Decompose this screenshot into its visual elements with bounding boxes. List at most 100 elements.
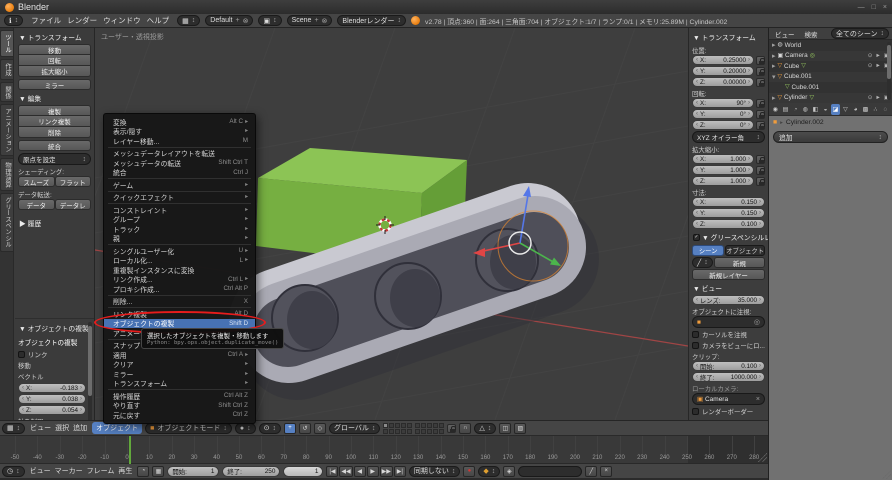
menu-item[interactable]: プロキシ作成...Ctrl Alt P [104,284,255,294]
join-button[interactable]: 統合 [18,140,91,151]
orientation-dropdown[interactable]: グローバル ↕ [329,423,380,434]
outliner-row[interactable]: ▾▽Cube.001 [769,72,892,83]
playback-button[interactable]: ▶▶ [380,466,393,477]
decrement-icon[interactable]: ‹ [696,363,698,369]
grease-pencil-data-dropdown[interactable]: ╱ ↕ [692,257,713,268]
decrement-icon[interactable]: ‹ [22,385,24,391]
menu-item[interactable]: 重複製インスタンスに変換 [104,265,255,275]
lock-icon[interactable] [756,155,765,164]
increment-icon[interactable]: › [748,68,750,74]
add-scene-icon[interactable]: + [314,17,318,24]
properties-tab-particles[interactable]: ∴ [871,104,880,115]
decrement-icon[interactable]: ‹ [696,210,698,216]
decrement-icon[interactable]: ‹ [696,57,698,63]
expander-icon[interactable]: ▸ [772,94,776,102]
menu-item[interactable]: クリア▸ [104,360,255,370]
selectable-icon[interactable]: ► [875,95,880,101]
gp-source-scene[interactable]: シーン [692,245,724,256]
location-field[interactable]: ‹X:0.25000› [692,55,754,65]
menu-item[interactable]: コンストレイント▸ [104,205,255,215]
link-checkbox-row[interactable]: リンク [18,349,86,359]
menu-item[interactable]: レイヤー移動...M [104,136,255,146]
selectable-icon[interactable]: ► [875,63,880,69]
menu-item[interactable]: クイックエフェクト▸ [104,193,255,203]
lock-to-cursor-row[interactable]: カーソルを注視 [692,330,765,339]
expander-icon[interactable]: ▾ [772,73,776,81]
outliner-filter-dropdown[interactable]: 全てのシーン ↕ [831,28,889,39]
layer-cell[interactable] [407,429,412,434]
location-field[interactable]: ‹Y:0.20000› [692,66,754,76]
menu-item[interactable]: シングルユーザー化U▸ [104,246,255,256]
render-border-row[interactable]: レンダーボーダー [692,407,765,416]
layer-cell[interactable] [427,429,432,434]
layer-cell[interactable] [389,423,394,428]
lock-object-field[interactable]: ■ ◎ [692,316,765,328]
menu-item[interactable]: ミラー▸ [104,369,255,379]
tool-button[interactable]: リンク複製 [18,116,91,127]
snap-element-dropdown[interactable]: △ ↕ [474,423,496,434]
decrement-icon[interactable]: ‹ [696,79,698,85]
layer-cell[interactable] [395,429,400,434]
decrement-icon[interactable]: ‹ [696,122,698,128]
npanel-transform-header[interactable]: ▼ トランスフォーム [692,30,765,44]
keying-set-input[interactable] [518,466,582,477]
properties-tab-render-layers[interactable]: ▤ [781,104,790,115]
insert-keyframe-button[interactable]: ╱ [585,466,597,477]
menu-ヘルプ[interactable]: ヘルプ [144,16,173,25]
decrement-icon[interactable]: ‹ [696,167,698,173]
lock-to-cursor-checkbox[interactable] [692,331,699,338]
manipulator-toggle-button[interactable]: + [284,423,296,434]
scale-field[interactable]: ‹Y:1.000› [692,165,754,175]
grease-pencil-header[interactable]: ✓ ▼ グリースペンシルレイ [692,230,765,244]
viewport-menu[interactable]: 追加 [71,423,89,433]
decrement-icon[interactable]: ‹ [696,111,698,117]
timeline-menu[interactable]: 再生 [116,466,134,476]
lock-camera-checkbox[interactable] [692,342,699,349]
clip-end-field[interactable]: ‹ 終了: 1000.000 › [692,372,765,382]
properties-tab-texture[interactable]: ▩ [861,104,870,115]
shelf-tab-2[interactable]: 関係 [0,82,13,103]
scene-icon-button[interactable]: ▣ ↕ [258,15,281,26]
eyedropper-icon[interactable]: ◎ [754,318,760,326]
increment-icon[interactable]: › [748,156,750,162]
lock-icon[interactable] [756,110,765,119]
menu-item[interactable]: リンク作成...Ctrl L▸ [104,275,255,285]
end-frame-field[interactable]: 終了: 250 [222,466,280,477]
increment-icon[interactable]: › [80,385,82,391]
menu-item[interactable]: 適用Ctrl A▸ [104,350,255,360]
panel-header-edit[interactable]: ▼ 編集 [18,91,91,105]
outliner-row[interactable]: ▸▽Cylinder▽⊙►▣ [769,93,892,104]
menu-item[interactable]: 統合Ctrl J [104,168,255,178]
render-opengl-anim-button[interactable]: ▨ [514,423,526,434]
outliner-menu[interactable]: 検索 [802,29,821,39]
layer-cell[interactable] [439,429,444,434]
rotation-field[interactable]: ‹Y:0°› [692,109,754,119]
shelf-tab-3[interactable]: アニメーション [0,104,13,156]
snap-magnet-icon[interactable]: ∩ [459,423,471,434]
screen-layout-select[interactable]: Default + ⊗ [205,15,253,26]
playback-button[interactable]: ◀ [354,466,366,477]
menu-item[interactable]: 操作履歴Ctrl Alt Z [104,391,255,401]
current-frame-line[interactable] [129,436,131,464]
menu-item[interactable]: メッシュデータレイアウトを転送 [104,149,255,159]
manipulator-scale-button[interactable]: ◇ [314,423,326,434]
timeline-resize-grip[interactable] [758,453,767,462]
shading-button[interactable]: スムーズ [18,176,55,187]
keying-set-dropdown[interactable]: ◆ ↕ [478,466,500,477]
properties-tab-render[interactable]: ◉ [771,104,780,115]
add-modifier-dropdown[interactable]: 追加 ↕ [773,131,888,143]
decrement-icon[interactable]: ‹ [22,396,24,402]
record-button[interactable]: ● [463,466,475,477]
layers-widget-left[interactable] [383,423,412,434]
menu-item[interactable]: 表示/隠す▸ [104,127,255,137]
render-border-checkbox[interactable] [692,408,699,415]
data-transfer-button[interactable]: データレ [55,199,92,210]
increment-icon[interactable]: › [759,363,761,369]
menu-ファイル[interactable]: ファイル [28,16,64,25]
preview-range-icon[interactable]: ◔ [137,466,149,477]
tool-button[interactable]: 回転 [18,55,91,66]
tool-button[interactable]: 削除 [18,127,91,138]
lock-icon[interactable] [756,177,765,186]
outliner-menu[interactable]: ビュー [772,29,798,39]
menu-ウィンドウ[interactable]: ウィンドウ [100,16,144,25]
